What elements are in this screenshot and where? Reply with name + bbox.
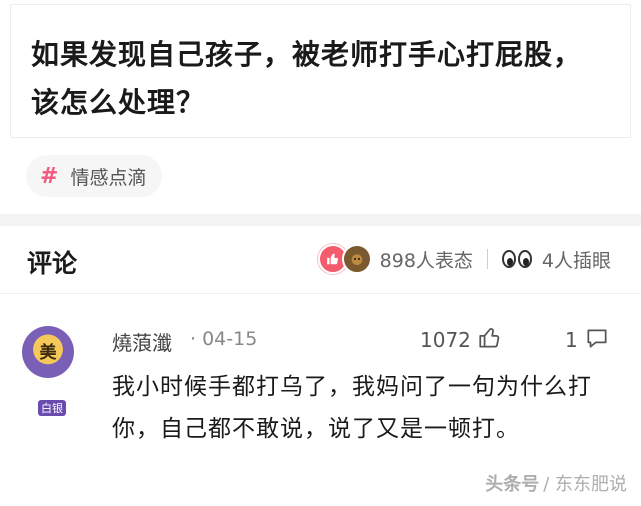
reaction-bar[interactable]: 898人表态 4人插眼 [317,244,611,274]
divider [486,249,488,269]
section-divider [0,214,641,226]
avatar[interactable]: 美 白银 [22,326,74,416]
hash-icon: # [40,163,59,189]
comments-title: 评论 [27,249,78,278]
reply-button[interactable]: 1 [565,325,610,355]
comments-header: 评论 898人表态 4人插眼 [0,226,641,294]
comment-bubble-icon [584,325,610,355]
watermark-text: / 东东肥说 [543,474,627,495]
comment-username[interactable]: 燒蒗瀸 [112,327,172,356]
article-title[interactable]: 如果发现自己孩子，被老师打手心打屁股，该怎么处理？ [31,31,606,127]
level-badge: 白银 [38,400,66,416]
reaction-count: 898人表态 [379,249,473,272]
comment-body: 我小时候手都打乌了，我妈问了一句为什么打你，自己都不敢说，说了又是一顿打。 [112,374,592,442]
watermark: 头条号 / 东东肥说 [485,470,627,496]
topic-tag-label: 情感点滴 [70,166,147,189]
watermark-logo: 头条号 [485,474,540,495]
reply-count: 1 [565,328,578,352]
avatar-text: 美 [39,342,57,363]
peek-count: 4人插眼 [541,249,611,272]
comment-date: · 04-15 [190,328,258,350]
article-card: 如果发现自己孩子，被老师打手心打屁股，该怎么处理？ [10,4,631,138]
eyes-icon [501,250,534,268]
thumbs-up-icon [477,325,503,355]
topic-tag[interactable]: # 情感点滴 [26,155,163,197]
like-count: 1072 [420,328,471,352]
emoji-reaction-icon [341,244,372,274]
like-button[interactable]: 1072 [420,325,503,355]
